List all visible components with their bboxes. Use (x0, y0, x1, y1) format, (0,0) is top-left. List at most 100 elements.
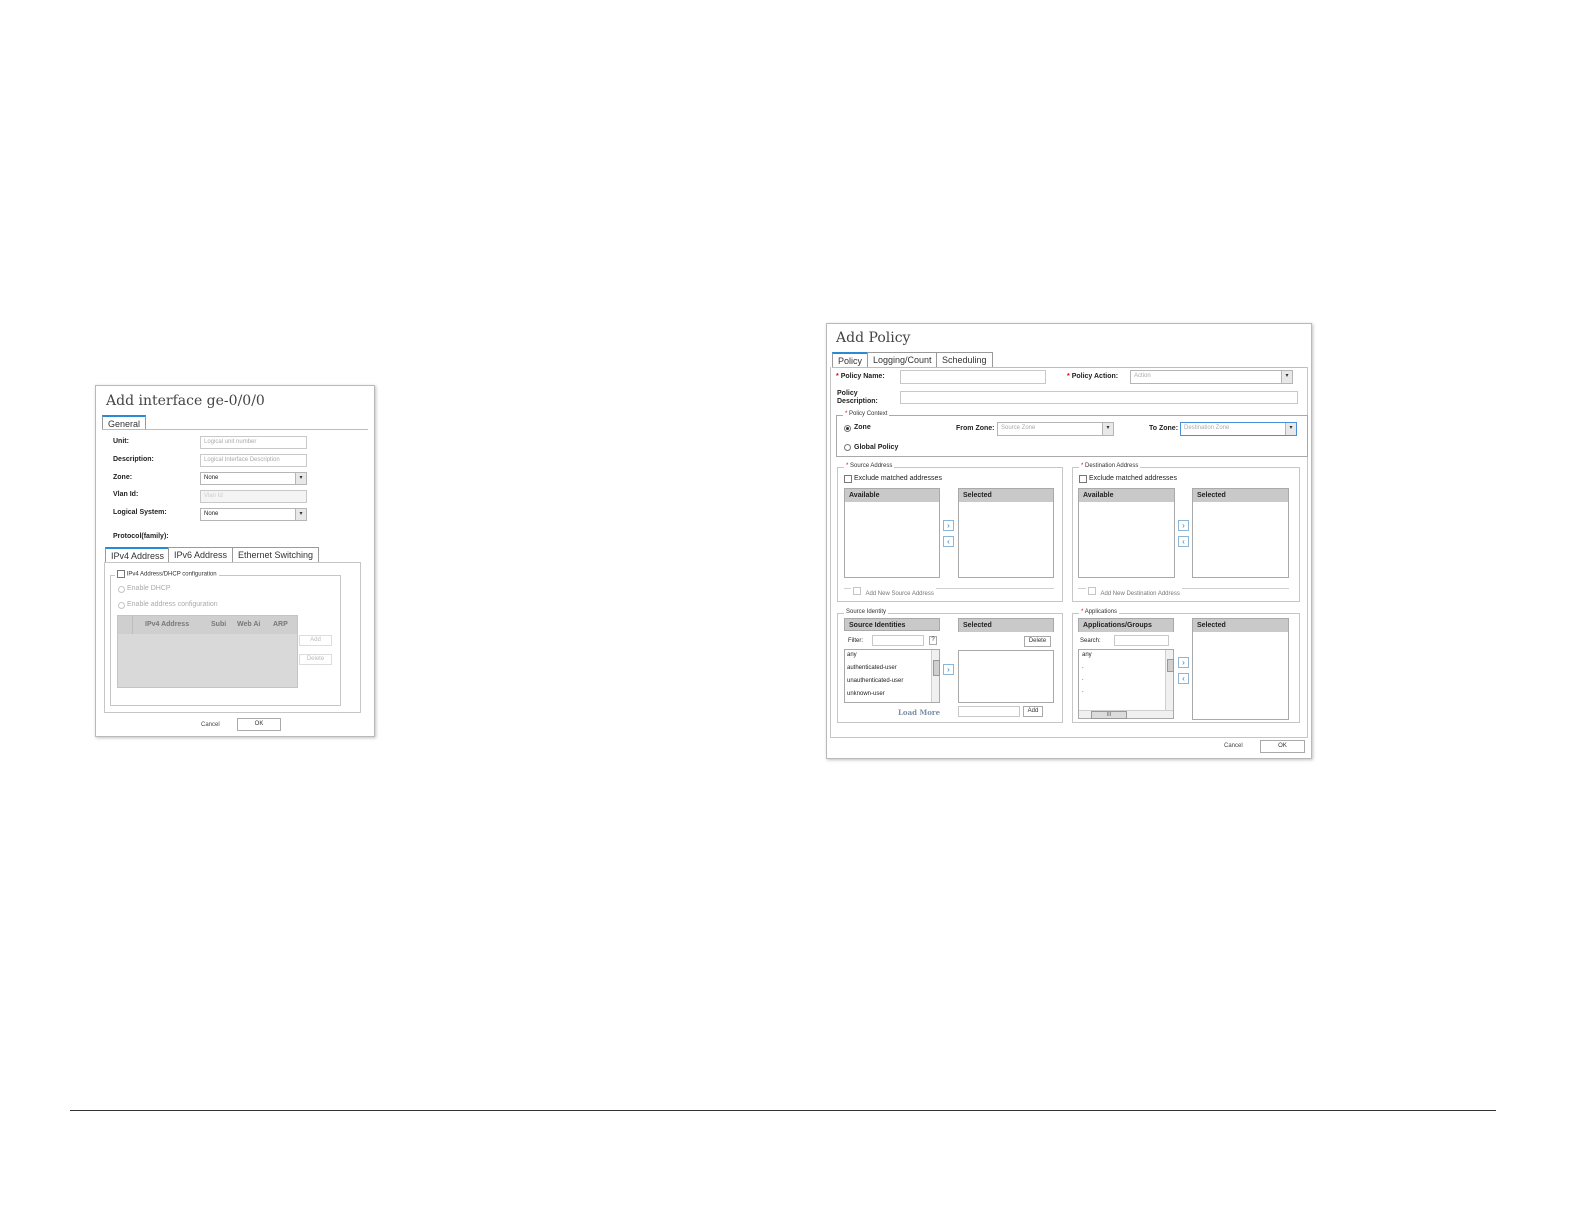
unit-field[interactable]: Logical unit number (200, 436, 307, 449)
list-item[interactable]: any (847, 652, 857, 658)
add-new-source-label: Add New Source Address (865, 591, 934, 597)
cancel-link[interactable]: Cancel (201, 722, 220, 728)
list-header: Applications/Groups (1079, 619, 1173, 632)
cancel-link[interactable]: Cancel (1224, 743, 1243, 749)
filter-label: Filter: (848, 638, 863, 644)
add-policy-dialog: Add Policy Policy Logging/Count Scheduli… (826, 323, 1312, 759)
vertical-scrollbar[interactable] (1165, 650, 1174, 710)
enable-dhcp-label: Enable DHCP (127, 585, 171, 592)
enable-dhcp-radio[interactable] (118, 586, 125, 593)
tab-ipv6-address[interactable]: IPv6 Address (168, 547, 234, 562)
ipv4-config-legend: IPv4 Address/DHCP configuration (115, 570, 219, 578)
source-selected-list[interactable]: Selected (958, 488, 1054, 578)
policy-name-label: * Policy Name: (836, 373, 885, 380)
ipv4-address-table: IPv4 Address Subi Web Ai ARP (117, 615, 298, 688)
required-mark: * (1081, 609, 1084, 615)
policy-context-text: Policy Context (849, 411, 888, 417)
ok-button[interactable]: OK (1260, 740, 1305, 753)
source-available-list[interactable]: Available (844, 488, 940, 578)
zone-radio[interactable] (844, 425, 851, 432)
logical-system-select[interactable]: None ▾ (200, 508, 307, 521)
policy-description-field[interactable] (900, 391, 1298, 404)
scroll-thumb[interactable] (1167, 659, 1174, 672)
search-input[interactable] (1114, 635, 1169, 646)
move-right-icon[interactable]: › (1178, 520, 1189, 531)
policy-action-placeholder: Action (1134, 373, 1151, 379)
source-exclude-checkbox[interactable] (844, 475, 852, 483)
to-zone-label: To Zone: (1149, 425, 1179, 432)
list-item[interactable]: . (1082, 688, 1084, 694)
add-address-button[interactable]: Add (299, 635, 332, 646)
destination-address-text: Destination Address (1085, 463, 1139, 469)
tab-logging-count[interactable]: Logging/Count (867, 352, 938, 367)
col-ipv4-address: IPv4 Address (145, 621, 190, 628)
vlan-id-label: Vlan Id: (113, 491, 139, 498)
search-label: Search: (1080, 638, 1101, 644)
chevron-down-icon: ▾ (1102, 423, 1113, 435)
tab-ipv4-address[interactable]: IPv4 Address (105, 547, 171, 562)
description-field[interactable]: Logical Interface Description (200, 454, 307, 467)
add-new-source-checkbox[interactable] (853, 586, 861, 595)
applications-legend: * Applications (1079, 609, 1120, 615)
move-left-icon[interactable]: ‹ (1178, 536, 1189, 547)
enable-address-config-label: Enable address configuration (127, 601, 218, 608)
applications-list[interactable]: any . . . III (1078, 649, 1174, 719)
list-item[interactable]: . (1082, 664, 1084, 670)
list-item[interactable]: . (1082, 676, 1084, 682)
move-right-icon[interactable]: › (943, 520, 954, 531)
ipv4-config-checkbox[interactable] (117, 570, 125, 578)
identity-add-input[interactable] (958, 706, 1020, 717)
tab-strip-line (102, 429, 368, 430)
filter-input[interactable] (872, 635, 924, 646)
required-mark: * (845, 411, 848, 417)
list-header: Selected (959, 619, 1053, 632)
to-zone-select[interactable]: Destination Zone ▾ (1180, 422, 1297, 436)
source-address-text: Source Address (850, 463, 893, 469)
ok-button[interactable]: OK (237, 718, 281, 731)
delete-identity-button[interactable]: Delete (1024, 636, 1051, 647)
tab-general[interactable]: General (102, 415, 147, 430)
list-item[interactable]: authenticated-user (847, 665, 897, 671)
list-item[interactable]: any (1082, 652, 1092, 658)
zone-radio-label: Zone (854, 424, 871, 431)
move-left-icon[interactable]: ‹ (1178, 673, 1189, 684)
destination-selected-list[interactable]: Selected (1192, 488, 1289, 578)
tab-ethernet-switching[interactable]: Ethernet Switching (232, 547, 320, 562)
source-identity-selected-list[interactable] (958, 650, 1054, 703)
policy-action-select[interactable]: Action ▾ (1130, 370, 1293, 384)
horizontal-scrollbar[interactable]: III (1079, 710, 1173, 719)
move-right-icon[interactable]: › (1178, 657, 1189, 668)
tab-scheduling[interactable]: Scheduling (936, 352, 993, 367)
list-header: Selected (1193, 489, 1288, 502)
col-subnet: Subi (211, 621, 227, 628)
policy-name-field[interactable] (900, 370, 1046, 384)
required-mark: * (1081, 463, 1084, 469)
ipv4-config-label: IPv4 Address/DHCP configuration (126, 571, 217, 578)
tab-policy[interactable]: Policy (832, 352, 869, 367)
destination-exclude-checkbox[interactable] (1079, 475, 1087, 483)
add-identity-button[interactable]: Add (1023, 706, 1043, 717)
delete-address-button[interactable]: Delete (299, 654, 332, 665)
filter-help-icon[interactable]: ? (929, 636, 937, 645)
list-item[interactable]: unauthenticated-user (847, 678, 903, 684)
col-web-auth: Web Ai (237, 621, 261, 628)
list-item[interactable]: unknown-user (847, 691, 885, 697)
scroll-thumb[interactable] (933, 660, 940, 676)
from-zone-select[interactable]: Source Zone ▾ (997, 422, 1114, 436)
move-left-icon[interactable]: ‹ (943, 536, 954, 547)
global-policy-radio[interactable] (844, 444, 851, 451)
zone-select[interactable]: None ▾ (200, 472, 307, 485)
load-more-link[interactable]: Load More (898, 708, 940, 717)
add-new-destination-checkbox[interactable] (1088, 586, 1096, 595)
required-mark: * (1067, 373, 1070, 380)
vertical-scrollbar[interactable] (931, 650, 940, 702)
source-identities-list[interactable]: any authenticated-user unauthenticated-u… (844, 649, 940, 703)
chevron-down-icon: ▾ (1281, 371, 1292, 383)
destination-available-list[interactable]: Available (1078, 488, 1175, 578)
move-right-icon[interactable]: › (943, 664, 954, 675)
enable-address-config-radio[interactable] (118, 602, 125, 609)
applications-selected-list[interactable]: Selected (1192, 618, 1289, 720)
scroll-thumb[interactable]: III (1091, 711, 1127, 719)
vlan-id-field[interactable]: Vlan Id (200, 490, 307, 503)
policy-description-label-2: Description: (837, 398, 878, 405)
